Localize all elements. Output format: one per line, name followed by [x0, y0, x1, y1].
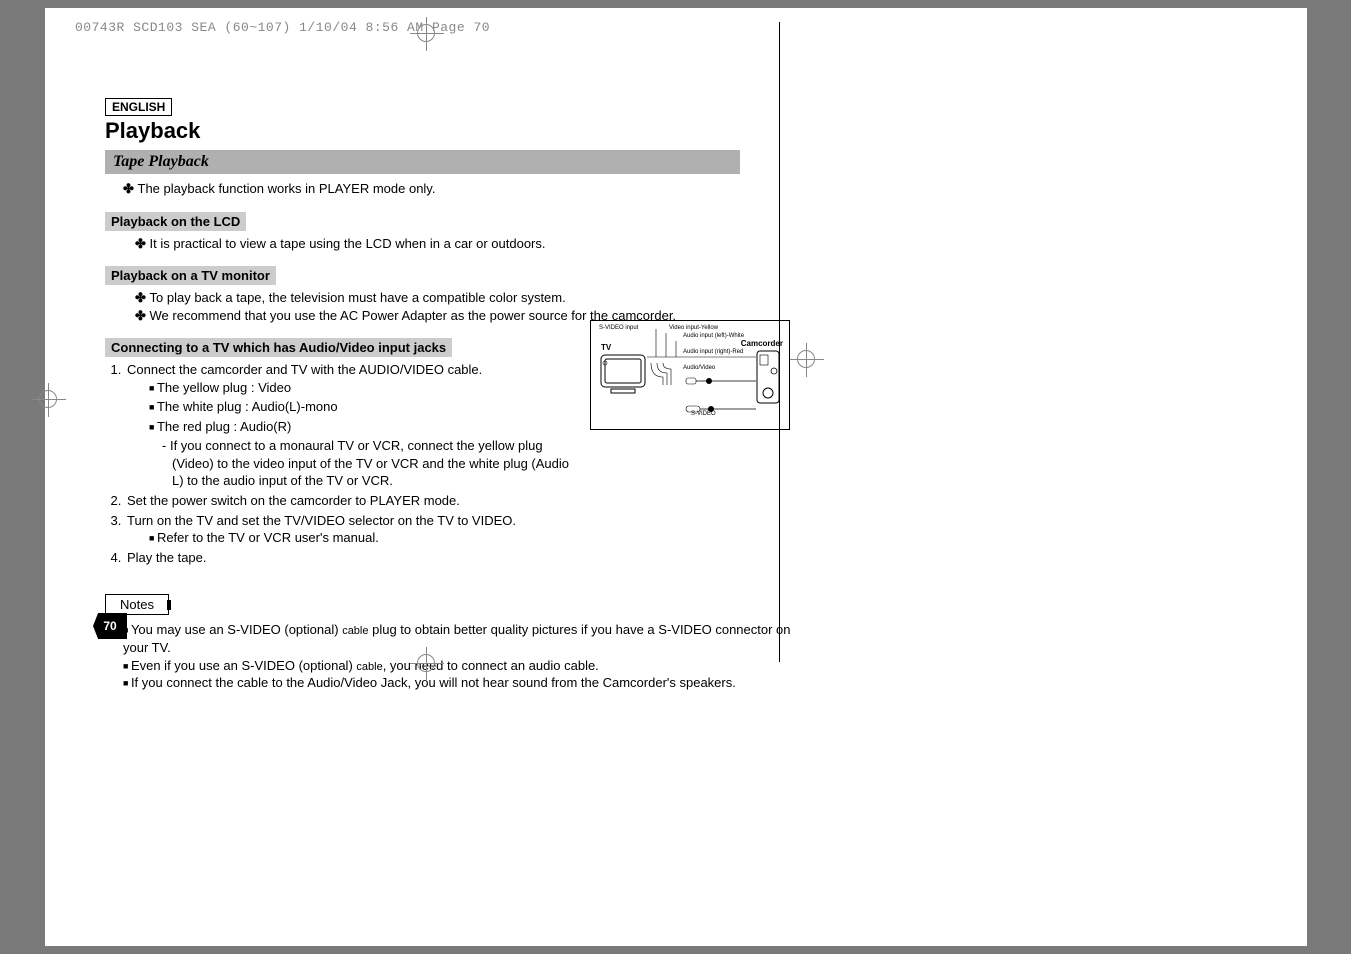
lcd-heading: Playback on the LCD — [105, 212, 246, 231]
crop-divider — [779, 22, 780, 662]
diag-av: Audio/Video — [683, 365, 715, 371]
note-1a: You may use an S-VIDEO (optional) — [131, 622, 342, 637]
page-number-badge: 70 — [93, 613, 127, 639]
step-3-text: Turn on the TV and set the TV/VIDEO sele… — [127, 513, 516, 528]
step-1-text: Connect the camcorder and TV with the AU… — [127, 362, 482, 377]
tvmon-b1-content: To play back a tape, the television must… — [150, 290, 566, 305]
document-page: 00743R SCD103 SEA (60~107) 1/10/04 8:56 … — [45, 8, 1307, 946]
crop-mark-icon — [417, 24, 435, 42]
note-2b: , you need to connect an audio cable. — [383, 658, 599, 673]
intro-content: The playback function works in PLAYER mo… — [138, 181, 436, 196]
crop-mark-icon — [797, 350, 815, 368]
connect-heading: Connecting to a TV which has Audio/Video… — [105, 338, 452, 357]
note-2: Even if you use an S-VIDEO (optional) ca… — [123, 657, 805, 675]
page-title: Playback — [105, 118, 805, 144]
diag-svideo-in: S-VIDEO input — [599, 325, 638, 331]
crop-mark-icon — [39, 390, 57, 408]
lcd-content: It is practical to view a tape using the… — [150, 236, 546, 251]
tvmon-b1: ✤ To play back a tape, the television mu… — [135, 289, 805, 307]
note-2-cable: cable — [356, 661, 382, 673]
note-1: You may use an S-VIDEO (optional) cable … — [123, 621, 805, 656]
diag-svideo: S-VIDEO — [691, 411, 716, 417]
tvmon-heading: Playback on a TV monitor — [105, 266, 276, 285]
section-heading: Tape Playback — [105, 150, 740, 174]
intro-text: ✤ The playback function works in PLAYER … — [123, 180, 805, 198]
mono-note-text: If you connect to a monaural TV or VCR, … — [170, 438, 569, 488]
note-3: If you connect the cable to the Audio/Vi… — [123, 674, 805, 692]
step-4: Play the tape. — [125, 549, 805, 567]
language-badge: ENGLISH — [105, 98, 172, 116]
step-3-sub: Refer to the TV or VCR user's manual. — [147, 529, 805, 547]
notes-tab-icon — [167, 600, 171, 610]
step-2: Set the power switch on the camcorder to… — [125, 492, 805, 510]
diag-audio-l: Audio input (left)-White — [683, 333, 744, 339]
step-3: Turn on the TV and set the TV/VIDEO sele… — [125, 512, 805, 547]
mono-note: - If you connect to a monaural TV or VCR… — [162, 437, 582, 490]
note-2a: Even if you use an S-VIDEO (optional) — [131, 658, 356, 673]
diag-audio-r: Audio input (right)-Red — [683, 349, 743, 355]
crop-mark-icon — [417, 654, 435, 672]
notes-label: Notes — [120, 597, 154, 612]
note-1-cable: cable — [342, 625, 368, 637]
notes-list: You may use an S-VIDEO (optional) cable … — [123, 621, 805, 692]
notes-label-box: Notes — [105, 594, 169, 615]
lcd-text: ✤ It is practical to view a tape using t… — [135, 235, 805, 253]
connection-diagram: TV Camcorder — [590, 320, 790, 430]
step-3-sub-list: Refer to the TV or VCR user's manual. — [147, 529, 805, 547]
diag-video-in: Video input-Yellow — [669, 325, 718, 331]
